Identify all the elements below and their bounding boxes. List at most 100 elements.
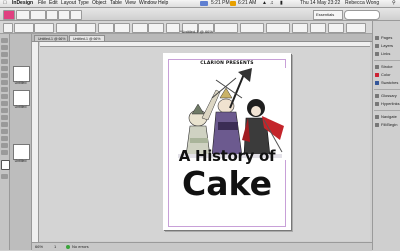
panel-pages[interactable]: Pages bbox=[375, 35, 400, 41]
vertical-ruler[interactable] bbox=[32, 42, 39, 242]
zoom-field[interactable]: 66% bbox=[35, 244, 43, 249]
zoom-level-field[interactable] bbox=[30, 10, 46, 20]
panel-menu-button[interactable] bbox=[346, 23, 366, 33]
rectangle-frame-tool-icon[interactable] bbox=[1, 94, 8, 99]
menu-view[interactable]: View bbox=[125, 0, 136, 7]
scale-x-field[interactable] bbox=[98, 23, 114, 33]
menu-table[interactable]: Table bbox=[110, 0, 122, 7]
panel-separator bbox=[374, 89, 400, 90]
spotlight-icon[interactable]: ⚲ bbox=[392, 0, 396, 7]
effects-button[interactable] bbox=[240, 23, 264, 33]
menu-file[interactable]: File bbox=[38, 0, 46, 7]
publisher-text[interactable]: CLARION PRESENTS bbox=[163, 61, 291, 66]
note-tool-icon[interactable] bbox=[1, 129, 8, 134]
stroke-weight-field[interactable] bbox=[214, 23, 238, 33]
zoom-tool-icon[interactable] bbox=[1, 150, 8, 155]
search-input[interactable] bbox=[344, 10, 380, 20]
menu-edit[interactable]: Edit bbox=[49, 0, 58, 7]
panel-navigate[interactable]: Navigate bbox=[375, 114, 400, 120]
width-field[interactable] bbox=[56, 23, 76, 33]
cover-title-line-2[interactable]: Cake bbox=[163, 166, 291, 202]
menu-window[interactable]: Window bbox=[139, 0, 157, 7]
height-field[interactable] bbox=[76, 23, 96, 33]
color-icon bbox=[375, 72, 379, 77]
hand-tool-icon[interactable] bbox=[1, 143, 8, 148]
menu-type[interactable]: Type bbox=[78, 0, 89, 7]
panel-hyperlinks[interactable]: Hyperlinks bbox=[375, 101, 400, 107]
panel-layers[interactable]: Layers bbox=[375, 43, 400, 49]
selection-tool-icon[interactable] bbox=[1, 38, 8, 43]
arrange-documents-button[interactable] bbox=[70, 10, 82, 20]
page-thumbnail-label: Untitled bbox=[14, 159, 27, 163]
opacity-field[interactable] bbox=[266, 23, 290, 33]
document-tab[interactable]: Untitled-1 @ 66% bbox=[34, 35, 68, 41]
screen-mode-button[interactable] bbox=[58, 10, 70, 20]
rotate-field[interactable] bbox=[132, 23, 148, 33]
workspace-select[interactable]: Essentials bbox=[313, 10, 343, 20]
eyedropper-tool-icon[interactable] bbox=[1, 136, 8, 141]
menu-layout[interactable]: Layout bbox=[61, 0, 76, 7]
scale-y-field[interactable] bbox=[114, 23, 130, 33]
panel-label: Navigate bbox=[381, 114, 397, 119]
fitting-button[interactable] bbox=[310, 23, 326, 33]
fill-stroke-swatch-icon[interactable] bbox=[1, 160, 10, 170]
swatches-icon bbox=[375, 80, 379, 85]
object-style-button[interactable] bbox=[328, 23, 344, 33]
tools-panel bbox=[0, 34, 10, 250]
page-number-field[interactable]: 1 bbox=[54, 244, 56, 249]
reference-point-icon[interactable] bbox=[3, 23, 13, 33]
rectangle-tool-icon[interactable] bbox=[1, 101, 8, 106]
y-position-field[interactable] bbox=[34, 23, 54, 33]
free-transform-tool-icon[interactable] bbox=[1, 115, 8, 120]
screen-mode-icon[interactable] bbox=[1, 174, 8, 179]
volume-icon[interactable]: ♫ bbox=[270, 0, 274, 7]
user-name[interactable]: Rebecca Wong bbox=[345, 0, 379, 7]
gradient-tool-icon[interactable] bbox=[1, 122, 8, 127]
bridge-button[interactable] bbox=[16, 10, 30, 20]
shear-field[interactable] bbox=[148, 23, 164, 33]
page-thumbnail-label: Untitled bbox=[14, 81, 27, 85]
page-thumbnail[interactable] bbox=[13, 144, 30, 160]
flip-button[interactable] bbox=[166, 23, 180, 33]
view-options-button[interactable] bbox=[46, 10, 58, 20]
type-tool-icon[interactable] bbox=[1, 66, 8, 71]
page-thumbnail[interactable] bbox=[13, 66, 30, 82]
clock-2: 6:21 AM bbox=[238, 0, 257, 6]
pages-icon bbox=[375, 35, 379, 40]
scissors-tool-icon[interactable] bbox=[1, 108, 8, 113]
menu-object[interactable]: Object bbox=[92, 0, 106, 7]
page-tool-icon[interactable] bbox=[1, 52, 8, 57]
dropbox-icon[interactable] bbox=[200, 1, 208, 6]
preflight-status[interactable]: No errors bbox=[72, 244, 89, 249]
cover-title-line-1[interactable]: A History of bbox=[163, 148, 291, 164]
document-tab-active[interactable]: Untitled-1 @ 66% bbox=[69, 35, 105, 41]
page-thumbnail[interactable] bbox=[13, 90, 30, 106]
gap-tool-icon[interactable] bbox=[1, 59, 8, 64]
menu-help[interactable]: Help bbox=[158, 0, 168, 7]
text-wrap-button[interactable] bbox=[292, 23, 308, 33]
panel-label: Color bbox=[381, 72, 391, 77]
panel-glossary[interactable]: Glossary bbox=[375, 93, 400, 99]
panel-stroke[interactable]: Stroke bbox=[375, 64, 400, 70]
navigate-icon bbox=[375, 114, 379, 119]
direct-selection-tool-icon[interactable] bbox=[1, 45, 8, 50]
line-tool-icon[interactable] bbox=[1, 73, 8, 78]
panel-color[interactable]: Color bbox=[375, 72, 400, 78]
x-position-field[interactable] bbox=[14, 23, 34, 33]
menu-indesign[interactable]: InDesign bbox=[12, 0, 33, 7]
pen-tool-icon[interactable] bbox=[1, 80, 8, 85]
panel-label: Layers bbox=[381, 43, 394, 48]
panel-label: Stroke bbox=[381, 64, 393, 69]
menu-bar:  InDesign File Edit Layout Type Object … bbox=[0, 0, 400, 8]
panel-dock: Pages Layers Links Stroke Color Swatches… bbox=[372, 21, 400, 250]
stroke-icon bbox=[375, 64, 379, 69]
pencil-tool-icon[interactable] bbox=[1, 87, 8, 92]
datetime[interactable]: Thu 14 May 23:22 bbox=[300, 0, 340, 7]
clock-icon[interactable] bbox=[230, 1, 236, 6]
apple-icon[interactable]:  bbox=[3, 0, 7, 7]
panel-links[interactable]: Links bbox=[375, 51, 400, 57]
panel-fill-begin[interactable]: Fill/Begin bbox=[375, 122, 400, 128]
panel-swatches[interactable]: Swatches bbox=[375, 80, 400, 86]
wifi-icon[interactable]: ▲ bbox=[262, 0, 267, 7]
battery-icon[interactable]: ▮ bbox=[280, 0, 283, 7]
